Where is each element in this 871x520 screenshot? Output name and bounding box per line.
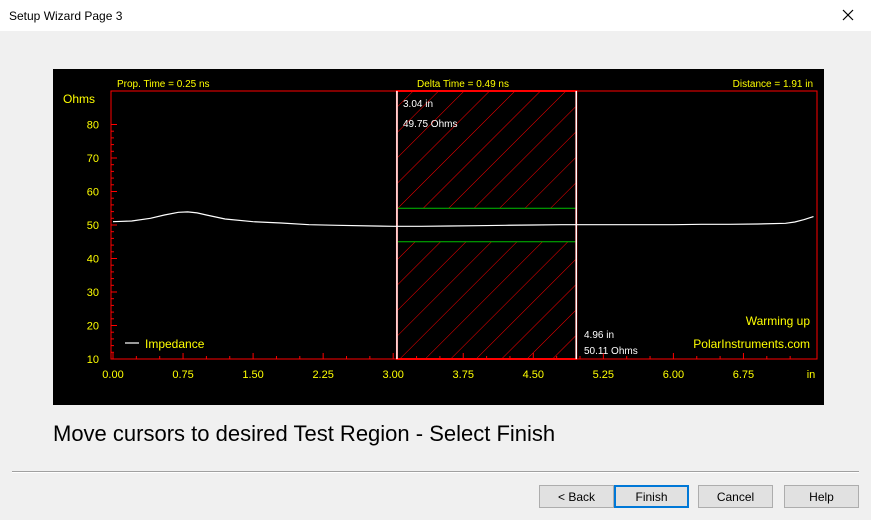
warming-status: Warming up — [746, 314, 811, 328]
y-tick-label: 30 — [87, 287, 99, 299]
x-tick-label: 2.25 — [312, 369, 333, 381]
prop-time-readout: Prop. Time = 0.25 ns — [117, 79, 210, 90]
y-tick-label: 20 — [87, 321, 99, 333]
x-tick-label: 6.00 — [663, 369, 684, 381]
window-title: Setup Wizard Page 3 — [9, 9, 123, 23]
x-axis-unit: in — [807, 369, 816, 381]
x-tick-label: 0.00 — [102, 369, 123, 381]
finish-button[interactable]: Finish — [614, 485, 689, 508]
right-cursor-position: 4.96 in — [584, 330, 614, 341]
left-cursor-position: 3.04 in — [403, 99, 433, 110]
x-tick-label: 1.50 — [242, 369, 263, 381]
help-button[interactable]: Help — [784, 485, 859, 508]
distance-readout: Distance = 1.91 in — [733, 79, 813, 90]
brand-label: PolarInstruments.com — [693, 337, 810, 351]
right-cursor-impedance: 50.11 Ohms — [584, 346, 638, 357]
delta-time-readout: Delta Time = 0.49 ns — [417, 79, 509, 90]
tdr-plot[interactable]: 10 20 30 40 50 60 70 80 0.00 0.75 1.50 2.25 3.00 3.75… — [53, 69, 824, 405]
instruction-text: Move cursors to desired Test Region - Se… — [53, 421, 556, 446]
y-tick-label: 60 — [87, 187, 99, 199]
y-tick-label: 40 — [87, 254, 99, 266]
title-bar: Setup Wizard Page 3 — [0, 0, 871, 31]
separator — [12, 471, 859, 473]
x-tick-label: 4.50 — [523, 369, 544, 381]
x-tick-label: 3.75 — [453, 369, 474, 381]
lower-hatch-region — [396, 241, 577, 359]
x-tick-label: 6.75 — [733, 369, 754, 381]
cancel-button[interactable]: Cancel — [698, 485, 773, 508]
x-tick-label: 0.75 — [172, 369, 193, 381]
back-button[interactable]: < Back — [539, 485, 614, 508]
impedance-chart: 10 20 30 40 50 60 70 80 0.00 0.75 1.50 2.25 3.00 3.75… — [63, 79, 818, 381]
x-tick-label: 5.25 — [593, 369, 614, 381]
close-icon — [842, 9, 854, 21]
y-tick-label: 50 — [87, 220, 99, 232]
impedance-trace — [112, 211, 814, 227]
legend-label: Impedance — [145, 337, 205, 351]
left-cursor-impedance: 49.75 Ohms — [403, 119, 457, 130]
close-button[interactable] — [825, 0, 871, 31]
y-axis-label: Ohms — [63, 92, 95, 106]
y-tick-label: 10 — [87, 354, 99, 366]
y-tick-label: 70 — [87, 153, 99, 165]
x-tick-label: 3.00 — [382, 369, 403, 381]
y-tick-label: 80 — [87, 120, 99, 132]
